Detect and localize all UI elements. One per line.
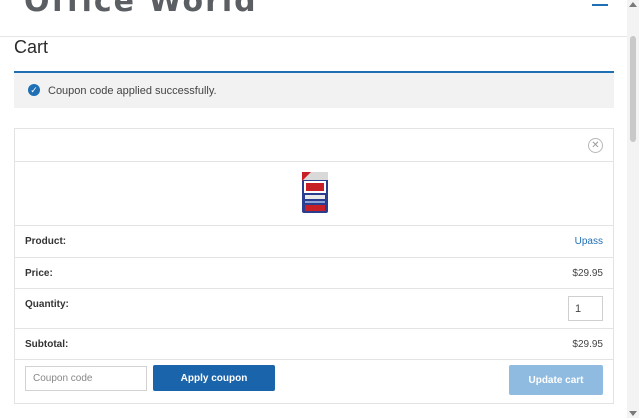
coupon-success-notice: ✓ Coupon code applied successfully. xyxy=(14,71,614,108)
price-value: $29.95 xyxy=(572,268,603,279)
price-label: Price: xyxy=(25,268,53,279)
update-cart-button[interactable]: Update cart xyxy=(509,365,603,395)
site-title[interactable]: Office World xyxy=(24,0,258,19)
remove-item-button[interactable]: ✕ xyxy=(588,138,603,153)
apply-coupon-button[interactable]: Apply coupon xyxy=(153,365,275,391)
page-scrollbar[interactable] xyxy=(627,0,639,418)
subtotal-value: $29.95 xyxy=(572,339,603,350)
product-thumbnail[interactable] xyxy=(301,171,329,214)
product-thumbnail-row xyxy=(15,162,613,226)
subtotal-label: Subtotal: xyxy=(25,339,69,350)
scroll-thumb[interactable] xyxy=(630,36,636,142)
subtotal-row: Subtotal: $29.95 xyxy=(15,329,613,360)
quantity-input[interactable] xyxy=(568,296,603,321)
quantity-label: Quantity: xyxy=(25,299,69,310)
product-link[interactable]: Upass xyxy=(575,236,603,247)
site-header: Office World xyxy=(0,0,627,37)
remove-row: ✕ xyxy=(15,129,613,162)
check-circle-icon: ✓ xyxy=(28,84,40,96)
product-row: Product: Upass xyxy=(15,226,613,258)
cart-table: ✕ Product: Upass Price: $29.95 Quantity:… xyxy=(14,128,614,360)
scroll-up-icon[interactable] xyxy=(629,2,637,7)
quantity-row: Quantity: xyxy=(15,289,613,329)
product-value: Upass xyxy=(575,236,603,247)
scroll-down-icon[interactable] xyxy=(629,411,637,416)
product-label: Product: xyxy=(25,236,67,247)
price-row: Price: $29.95 xyxy=(15,258,613,289)
close-circle-icon: ✕ xyxy=(591,140,600,151)
page-title: Cart xyxy=(14,37,49,57)
notice-message: Coupon code applied successfully. xyxy=(48,85,217,97)
coupon-code-input[interactable] xyxy=(25,366,147,391)
menu-icon[interactable] xyxy=(592,0,608,6)
cart-actions: Apply coupon Update cart xyxy=(14,360,614,404)
